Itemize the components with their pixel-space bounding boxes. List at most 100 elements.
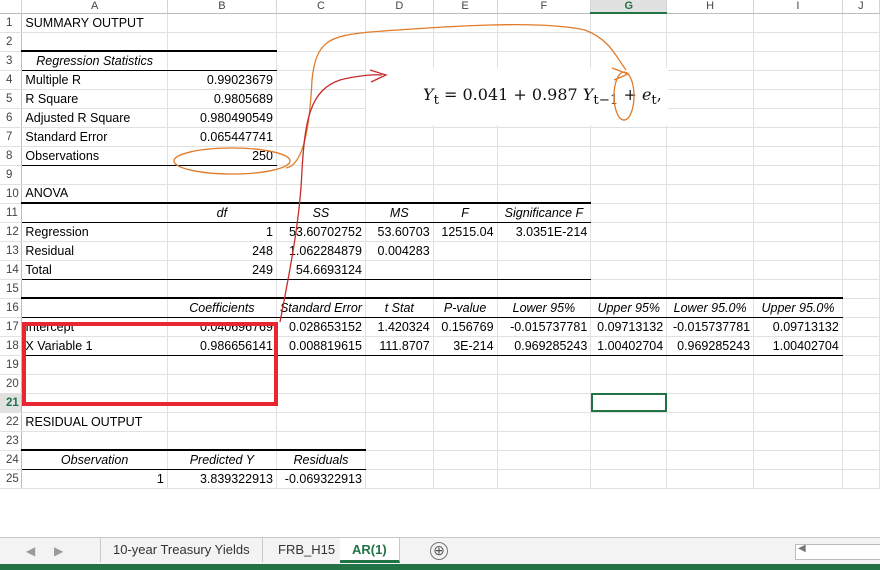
cell-h21[interactable]: [666, 393, 755, 413]
row-header-6[interactable]: 6: [0, 108, 23, 128]
cell-g25[interactable]: [590, 469, 668, 489]
cell-b15[interactable]: [167, 279, 277, 299]
cell-e20[interactable]: [433, 374, 498, 394]
cell-e10[interactable]: [433, 184, 498, 204]
cell-i12[interactable]: [753, 222, 843, 242]
cell-h8[interactable]: [666, 146, 755, 166]
cell-f15[interactable]: [497, 279, 592, 299]
cell-h6[interactable]: [666, 108, 755, 128]
cell-g9[interactable]: [590, 165, 668, 185]
cell-c25[interactable]: -0.069322913: [276, 469, 366, 489]
row-header-10[interactable]: 10: [0, 184, 23, 204]
cell-j25[interactable]: [842, 469, 880, 489]
cell-c14[interactable]: 54.6693124: [276, 260, 366, 280]
cell-c4[interactable]: [276, 70, 366, 90]
cell-a16[interactable]: [21, 297, 168, 318]
cell-h5[interactable]: [666, 89, 755, 109]
cell-g12[interactable]: [590, 222, 668, 242]
cell-h7[interactable]: [666, 127, 755, 147]
cell-j3[interactable]: [842, 51, 880, 71]
cell-j1[interactable]: [842, 13, 880, 33]
cell-c12[interactable]: 53.60702752: [276, 222, 366, 242]
row-header-8[interactable]: 8: [0, 146, 23, 166]
cell-i21[interactable]: [753, 393, 843, 413]
row-header-25[interactable]: 25: [0, 469, 23, 489]
row-header-3[interactable]: 3: [0, 51, 23, 71]
cell-i9[interactable]: [753, 165, 843, 185]
row-header-7[interactable]: 7: [0, 127, 23, 147]
row-header-14[interactable]: 14: [0, 260, 23, 280]
cell-c6[interactable]: [276, 108, 366, 128]
cell-g19[interactable]: [590, 355, 668, 375]
cell-i1[interactable]: [753, 13, 843, 33]
cell-h11[interactable]: [666, 203, 755, 223]
cell-d8[interactable]: [365, 146, 434, 166]
cell-j7[interactable]: [842, 127, 880, 147]
cell-c15[interactable]: [276, 279, 366, 299]
cell-j12[interactable]: [842, 222, 880, 242]
cell-c13[interactable]: 1.062284879: [276, 241, 366, 261]
cell-a4[interactable]: Multiple R: [21, 70, 168, 90]
cell-i16[interactable]: Upper 95.0%: [753, 297, 843, 318]
cell-h18[interactable]: 0.969285243: [666, 336, 755, 356]
cell-d13[interactable]: 0.004283: [365, 241, 434, 261]
cell-g11[interactable]: [590, 203, 668, 223]
cell-h19[interactable]: [666, 355, 755, 375]
cell-a8[interactable]: Observations: [21, 146, 168, 166]
cell-e23[interactable]: [433, 431, 498, 451]
cell-a24[interactable]: Observation: [21, 449, 168, 470]
column-header-h[interactable]: H: [666, 0, 755, 14]
cell-g8[interactable]: [590, 146, 668, 166]
cell-h22[interactable]: [666, 412, 755, 432]
cell-j17[interactable]: [842, 317, 880, 337]
cell-j23[interactable]: [842, 431, 880, 451]
cell-j16[interactable]: [842, 298, 880, 318]
cell-a5[interactable]: R Square: [21, 89, 168, 109]
cell-g1[interactable]: [590, 13, 668, 33]
cell-h16[interactable]: Lower 95.0%: [666, 297, 755, 318]
prev-sheet-icon[interactable]: ◀: [26, 544, 35, 558]
cell-e21[interactable]: [433, 393, 498, 413]
cell-a25[interactable]: 1: [21, 469, 168, 489]
cell-h17[interactable]: -0.015737781: [666, 317, 755, 337]
cell-i22[interactable]: [753, 412, 843, 432]
cell-j24[interactable]: [842, 450, 880, 470]
worksheet[interactable]: A B C D E F G H I J 1 SUMMARY OUTPUT 2 3 Regression St…: [0, 0, 880, 537]
cell-i7[interactable]: [753, 127, 843, 147]
cell-i10[interactable]: [753, 184, 843, 204]
cell-g23[interactable]: [590, 431, 668, 451]
cell-a2[interactable]: [21, 32, 168, 52]
cell-d23[interactable]: [365, 431, 434, 451]
cell-d14[interactable]: [365, 260, 434, 280]
cell-i5[interactable]: [753, 89, 843, 109]
cell-a10[interactable]: ANOVA: [21, 184, 168, 204]
column-header-a[interactable]: A: [21, 0, 168, 14]
cell-a9[interactable]: [21, 165, 168, 185]
row-header-16[interactable]: 16: [0, 298, 23, 318]
cell-d20[interactable]: [365, 374, 434, 394]
cell-h24[interactable]: [666, 450, 755, 470]
cell-c17[interactable]: 0.028653152: [276, 317, 366, 337]
cell-b3[interactable]: [167, 50, 277, 71]
cell-i19[interactable]: [753, 355, 843, 375]
scroll-left-icon[interactable]: ◀: [798, 543, 806, 554]
cell-a3[interactable]: Regression Statistics: [21, 50, 168, 71]
cell-b23[interactable]: [167, 431, 277, 451]
cell-h13[interactable]: [666, 241, 755, 261]
cell-j9[interactable]: [842, 165, 880, 185]
cell-h20[interactable]: [666, 374, 755, 394]
cell-e8[interactable]: [433, 146, 498, 166]
cell-c3[interactable]: [276, 51, 366, 71]
select-all-corner[interactable]: [0, 0, 23, 14]
cell-d2[interactable]: [365, 32, 434, 52]
cell-h3[interactable]: [666, 51, 755, 71]
cell-c9[interactable]: [276, 165, 366, 185]
cell-f7[interactable]: [497, 127, 592, 147]
cell-g13[interactable]: [590, 241, 668, 261]
cell-h15[interactable]: [666, 279, 755, 299]
cell-i15[interactable]: [753, 279, 843, 299]
cell-d21[interactable]: [365, 393, 434, 413]
cell-f22[interactable]: [497, 412, 592, 432]
cell-j4[interactable]: [842, 70, 880, 90]
cell-e19[interactable]: [433, 355, 498, 375]
